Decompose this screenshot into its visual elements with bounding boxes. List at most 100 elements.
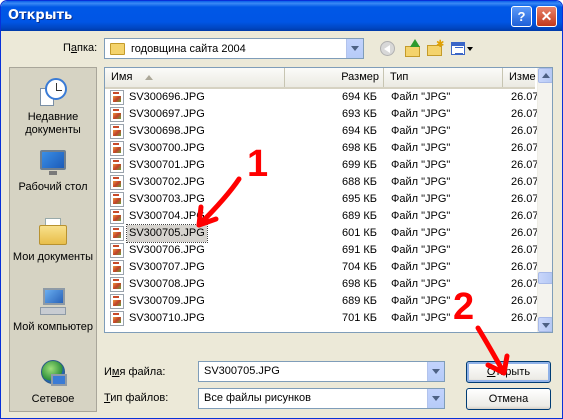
file-type-cell: Файл "JPG" (391, 91, 451, 103)
scroll-up-button[interactable] (538, 68, 552, 83)
chevron-down-icon[interactable] (427, 362, 444, 381)
file-type-label: Тип файлов: (104, 392, 169, 404)
new-folder-button[interactable]: ✱ (425, 39, 445, 59)
column-name[interactable]: Имя (105, 68, 285, 87)
back-button[interactable] (378, 39, 398, 59)
scroll-thumb[interactable] (538, 272, 552, 284)
file-list[interactable]: Имя Размер Тип Измe SV300696.JPG 694 КБ Фа… (104, 67, 553, 333)
view-menu-button[interactable] (450, 39, 474, 59)
chevron-down-icon[interactable] (427, 389, 444, 408)
place-label: Мои документы (12, 251, 94, 263)
recent-documents-icon (37, 76, 69, 108)
file-type-cell: Файл "JPG" (391, 295, 451, 307)
file-name-label: Имя файла: (104, 366, 166, 378)
table-row[interactable]: SV300700.JPG 698 КБ Файл "JPG" 26.07 (105, 140, 539, 157)
place-my-documents[interactable]: Мои документы (10, 216, 96, 264)
file-date-cell: 26.07 (511, 176, 539, 188)
file-date-cell: 26.07 (511, 193, 539, 205)
file-type-cell: Файл "JPG" (391, 227, 451, 239)
vertical-scrollbar[interactable] (537, 68, 552, 332)
file-name-cell: SV300696.JPG (129, 91, 205, 103)
chevron-down-icon (467, 47, 473, 51)
table-row[interactable]: SV300708.JPG 698 КБ Файл "JPG" 26.07 (105, 276, 539, 293)
view-grid-icon (451, 42, 465, 55)
table-row[interactable]: SV300698.JPG 694 КБ Файл "JPG" 26.07 (105, 123, 539, 140)
help-button[interactable]: ? (511, 6, 532, 27)
file-date-cell: 26.07 (511, 91, 539, 103)
jpg-file-icon (110, 226, 124, 241)
file-size-cell: 693 КБ (341, 108, 377, 120)
table-row[interactable]: SV300696.JPG 694 КБ Файл "JPG" 26.07 (105, 89, 539, 106)
table-row[interactable]: SV300709.JPG 689 КБ Файл "JPG" 26.07 (105, 293, 539, 310)
column-type[interactable]: Тип (384, 68, 503, 87)
file-type-cell: Файл "JPG" (391, 261, 451, 273)
table-row[interactable]: SV300706.JPG 691 КБ Файл "JPG" 26.07 (105, 242, 539, 259)
table-row[interactable]: SV300702.JPG 688 КБ Файл "JPG" 26.07 (105, 174, 539, 191)
file-type-dropdown[interactable]: Все файлы рисунков (198, 388, 445, 409)
place-network[interactable]: Сетевое (10, 358, 96, 406)
file-type-value: Все файлы рисунков (204, 392, 311, 404)
place-my-computer[interactable]: Мой компьютер (10, 286, 96, 334)
file-name-cell: SV300702.JPG (129, 176, 205, 188)
sparkle-icon: ✱ (436, 39, 445, 50)
open-file-dialog: Открыть ? ✕ Папка: годовщина сайта 2004 … (0, 0, 563, 419)
table-row[interactable]: SV300707.JPG 704 КБ Файл "JPG" 26.07 (105, 259, 539, 276)
table-row[interactable]: SV300697.JPG 693 КБ Файл "JPG" 26.07 (105, 106, 539, 123)
file-date-cell: 26.07 (511, 125, 539, 137)
jpg-file-icon (110, 277, 124, 292)
column-size[interactable]: Размер (285, 68, 384, 87)
jpg-file-icon (110, 243, 124, 258)
file-type-cell: Файл "JPG" (391, 176, 451, 188)
file-size-cell: 694 КБ (341, 125, 377, 137)
up-folder-button[interactable] (403, 39, 423, 59)
column-header: Имя Размер Тип Измe (105, 68, 537, 89)
look-in-dropdown[interactable]: годовщина сайта 2004 (104, 38, 364, 59)
open-button[interactable]: Открыть (466, 361, 551, 383)
jpg-file-icon (110, 107, 124, 122)
file-size-cell: 691 КБ (341, 244, 377, 256)
place-label: Мой компьютер (12, 321, 94, 333)
table-row[interactable]: SV300704.JPG 689 КБ Файл "JPG" 26.07 (105, 208, 539, 225)
network-places-icon (37, 358, 69, 390)
place-label: Рабочий стол (18, 181, 88, 193)
table-row[interactable]: SV300701.JPG 699 КБ Файл "JPG" 26.07 (105, 157, 539, 174)
column-name-label: Имя (111, 71, 133, 83)
file-type-cell: Файл "JPG" (391, 108, 451, 120)
table-row[interactable]: SV300703.JPG 695 КБ Файл "JPG" 26.07 (105, 191, 539, 208)
file-size-cell: 698 КБ (341, 278, 377, 290)
file-type-cell: Файл "JPG" (391, 193, 451, 205)
file-type-cell: Файл "JPG" (391, 278, 451, 290)
close-button[interactable]: ✕ (536, 6, 557, 27)
file-date-cell: 26.07 (511, 244, 539, 256)
file-type-cell: Файл "JPG" (391, 210, 451, 222)
file-name-cell: SV300710.JPG (129, 312, 205, 324)
file-name-cell: SV300703.JPG (129, 193, 205, 205)
file-name-cell: SV300700.JPG (129, 142, 205, 154)
table-row[interactable]: SV300710.JPG 701 КБ Файл "JPG" 26.07 (105, 310, 539, 327)
file-date-cell: 26.07 (511, 108, 539, 120)
chevron-down-icon[interactable] (346, 39, 363, 58)
place-recent-documents[interactable]: Недавние документы (10, 76, 96, 137)
file-size-cell: 698 КБ (341, 142, 377, 154)
file-date-cell: 26.07 (511, 159, 539, 171)
file-type-cell: Файл "JPG" (391, 125, 451, 137)
file-date-cell: 26.07 (511, 312, 539, 324)
place-label: Сетевое (31, 393, 75, 405)
my-computer-icon (37, 286, 69, 318)
file-name-cell: SV300709.JPG (129, 295, 205, 307)
file-size-cell: 695 КБ (341, 193, 377, 205)
sort-ascending-icon (145, 75, 153, 80)
file-type-cell: Файл "JPG" (391, 312, 451, 324)
jpg-file-icon (110, 124, 124, 139)
cancel-button[interactable]: Отмена (466, 388, 551, 410)
file-name-cell: SV300706.JPG (129, 244, 205, 256)
file-name-cell: SV300697.JPG (129, 108, 205, 120)
title-bar[interactable]: Открыть ? ✕ (1, 1, 562, 31)
table-row[interactable]: SV300705.JPG 601 КБ Файл "JPG" 26.07 (105, 224, 539, 243)
file-name-cell: SV300704.JPG (129, 210, 205, 222)
place-desktop[interactable]: Рабочий стол (10, 146, 96, 194)
jpg-file-icon (110, 141, 124, 156)
scroll-down-button[interactable] (538, 317, 552, 332)
file-name-input[interactable]: SV300705.JPG (198, 361, 445, 382)
column-modified[interactable]: Измe (503, 68, 537, 87)
